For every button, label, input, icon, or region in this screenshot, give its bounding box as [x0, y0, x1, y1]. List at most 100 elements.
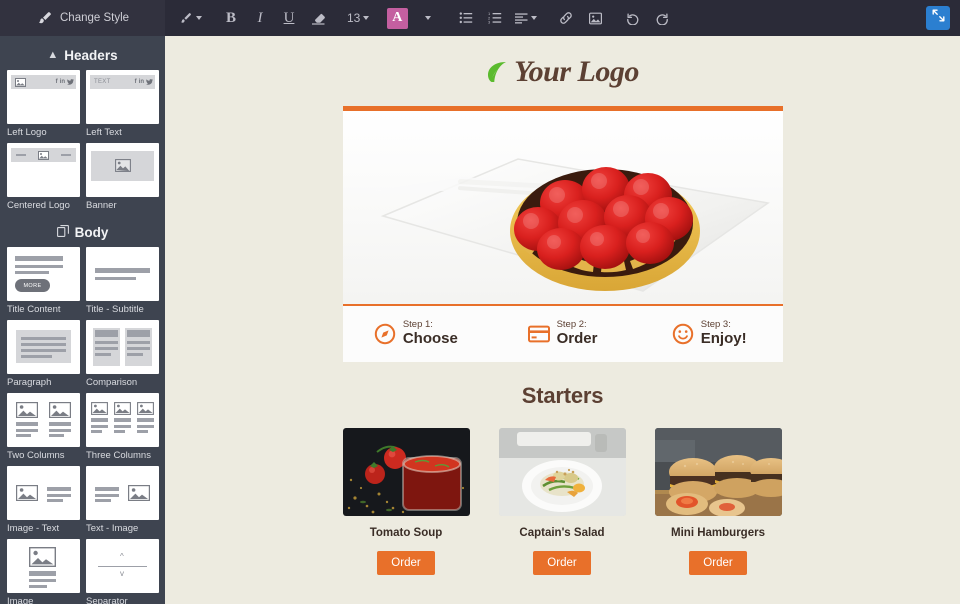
product-image[interactable]: [498, 428, 626, 516]
sidebar-item-label: Left Text: [86, 127, 122, 138]
headers-block-grid: f in Left Logo TEXT f in Left Text Cente…: [6, 70, 159, 211]
expand-button[interactable]: [926, 6, 950, 30]
thumbnail-centered-logo: [7, 143, 80, 197]
brush-icon: [38, 11, 52, 25]
product-card[interactable]: Tomato Soup Order: [342, 428, 470, 575]
sidebar-item-label: Centered Logo: [7, 200, 70, 211]
chevron-down-icon: [531, 16, 538, 20]
smiley-icon: [672, 323, 694, 345]
sidebar-item-label: Three Columns: [86, 450, 151, 461]
step-item[interactable]: Step 1: Choose: [343, 320, 490, 347]
hero-image[interactable]: [342, 111, 783, 304]
steps-row: Step 1: Choose Step 2: Order Step 3: Enj…: [342, 306, 783, 362]
section-title-starters[interactable]: Starters: [522, 383, 604, 409]
credit-card-icon: [527, 323, 550, 345]
product-name: Tomato Soup: [369, 527, 443, 539]
font-size-dropdown[interactable]: 13: [344, 6, 372, 30]
step-item[interactable]: Step 2: Order: [489, 320, 636, 347]
order-button[interactable]: Order: [377, 551, 435, 575]
step-title: Order: [556, 329, 598, 347]
sidebar-item-two-columns[interactable]: Two Columns: [7, 393, 80, 461]
captains-salad-photo: [498, 428, 626, 516]
section-header-body[interactable]: Body: [6, 219, 159, 245]
email-canvas[interactable]: Your Logo Step 1: Choose Step 2: Order S…: [165, 36, 960, 604]
raspberry-tart-photo: [342, 111, 783, 304]
bullet-list-button[interactable]: [454, 6, 478, 30]
sidebar-item-three-columns[interactable]: Three Columns: [86, 393, 159, 461]
link-button[interactable]: [554, 6, 578, 30]
step-title: Choose: [402, 329, 458, 347]
thumbnail-title-subtitle: [86, 247, 159, 301]
sidebar-item-paragraph[interactable]: Paragraph: [7, 320, 80, 388]
sidebar-item-label: Image - Text: [7, 523, 60, 534]
logo-text: Your Logo: [514, 55, 639, 88]
toolbar-actions: B I U 13 A 1 2 3: [165, 0, 960, 36]
sidebar-item-label: Image: [7, 596, 34, 604]
tomato-soup-photo: [342, 428, 470, 516]
mini-hamburgers-photo: [654, 428, 782, 516]
clear-format-button[interactable]: [306, 6, 330, 30]
email-template-editor: Change Style B I U 13 A 1 2 3 ▲ Headers …: [0, 0, 960, 604]
text-color-button[interactable]: A: [386, 6, 410, 30]
insert-image-button[interactable]: [583, 6, 607, 30]
blocks-sidebar[interactable]: ▲ Headers f in Left Logo TEXT f in Left …: [0, 36, 165, 604]
text-color-dropdown[interactable]: [416, 6, 440, 30]
thumbnail-three-columns: [86, 393, 159, 447]
product-image[interactable]: [342, 428, 470, 516]
sidebar-item-separator[interactable]: ^ v Separator: [86, 539, 159, 604]
product-card[interactable]: Mini Hamburgers Order: [654, 428, 782, 575]
logo-block[interactable]: Your Logo: [486, 55, 639, 89]
change-style-button[interactable]: Change Style: [0, 0, 165, 36]
sidebar-item-label: Title - Subtitle: [86, 304, 144, 315]
sidebar-item-title-content[interactable]: MORE Title Content: [7, 247, 80, 315]
sidebar-item-comparison[interactable]: Comparison: [86, 320, 159, 388]
thumbnail-left-logo: f in: [7, 70, 80, 124]
chevron-down-icon: [363, 16, 370, 20]
sidebar-item-centered-logo[interactable]: Centered Logo: [7, 143, 80, 211]
change-style-label: Change Style: [60, 12, 130, 24]
sidebar-item-label: Two Columns: [7, 450, 65, 461]
product-card[interactable]: Captain's Salad Order: [498, 428, 626, 575]
thumbnail-separator: ^ v: [86, 539, 159, 593]
section-header-headers[interactable]: ▲ Headers: [6, 42, 159, 68]
bold-button[interactable]: B: [219, 6, 243, 30]
redo-button[interactable]: [650, 6, 674, 30]
order-button[interactable]: Order: [533, 551, 591, 575]
sidebar-item-title-subtitle[interactable]: Title - Subtitle: [86, 247, 159, 315]
thumbnail-comparison: [86, 320, 159, 374]
underline-button[interactable]: U: [277, 6, 301, 30]
chevron-down-icon: [196, 16, 202, 20]
sidebar-item-label: Text - Image: [86, 523, 139, 534]
numbered-list-button[interactable]: 1 2 3: [483, 6, 507, 30]
step-title: Enjoy!: [700, 329, 747, 347]
chevron-down-icon: [425, 16, 432, 20]
sidebar-item-label: Comparison: [86, 377, 138, 388]
thumbnail-two-columns: [7, 393, 80, 447]
hero-card[interactable]: Step 1: Choose Step 2: Order Step 3: Enj…: [342, 106, 783, 362]
thumbnail-left-text: TEXT f in: [86, 70, 159, 124]
align-dropdown[interactable]: [512, 6, 540, 30]
body-block-grid: MORE Title Content Title - Subtitle Para…: [6, 247, 159, 604]
sidebar-item-image-text[interactable]: Image - Text: [7, 466, 80, 534]
thumbnail-title-content: MORE: [7, 247, 80, 301]
sidebar-item-left-logo[interactable]: f in Left Logo: [7, 70, 80, 138]
step-item[interactable]: Step 3: Enjoy!: [636, 320, 783, 347]
thumb-more-button: MORE: [15, 279, 50, 292]
text-style-dropdown[interactable]: [176, 6, 205, 30]
italic-button[interactable]: I: [248, 6, 272, 30]
undo-button[interactable]: [621, 6, 645, 30]
sidebar-item-banner[interactable]: Banner: [86, 143, 159, 211]
thumbnail-paragraph: [7, 320, 80, 374]
expand-arrows-icon: [932, 9, 945, 27]
sidebar-item-label: Paragraph: [7, 377, 52, 388]
sidebar-item-left-text[interactable]: TEXT f in Left Text: [86, 70, 159, 138]
editor-body: ▲ Headers f in Left Logo TEXT f in Left …: [0, 36, 960, 604]
sidebar-item-image[interactable]: Image: [7, 539, 80, 604]
sidebar-item-label: Banner: [86, 200, 117, 211]
order-button[interactable]: Order: [689, 551, 747, 575]
thumbnail-text-image: [86, 466, 159, 520]
product-image[interactable]: [654, 428, 782, 516]
sidebar-item-text-image[interactable]: Text - Image: [86, 466, 159, 534]
text-color-glyph: A: [386, 7, 408, 29]
thumb-placeholder-text: TEXT: [94, 79, 111, 85]
